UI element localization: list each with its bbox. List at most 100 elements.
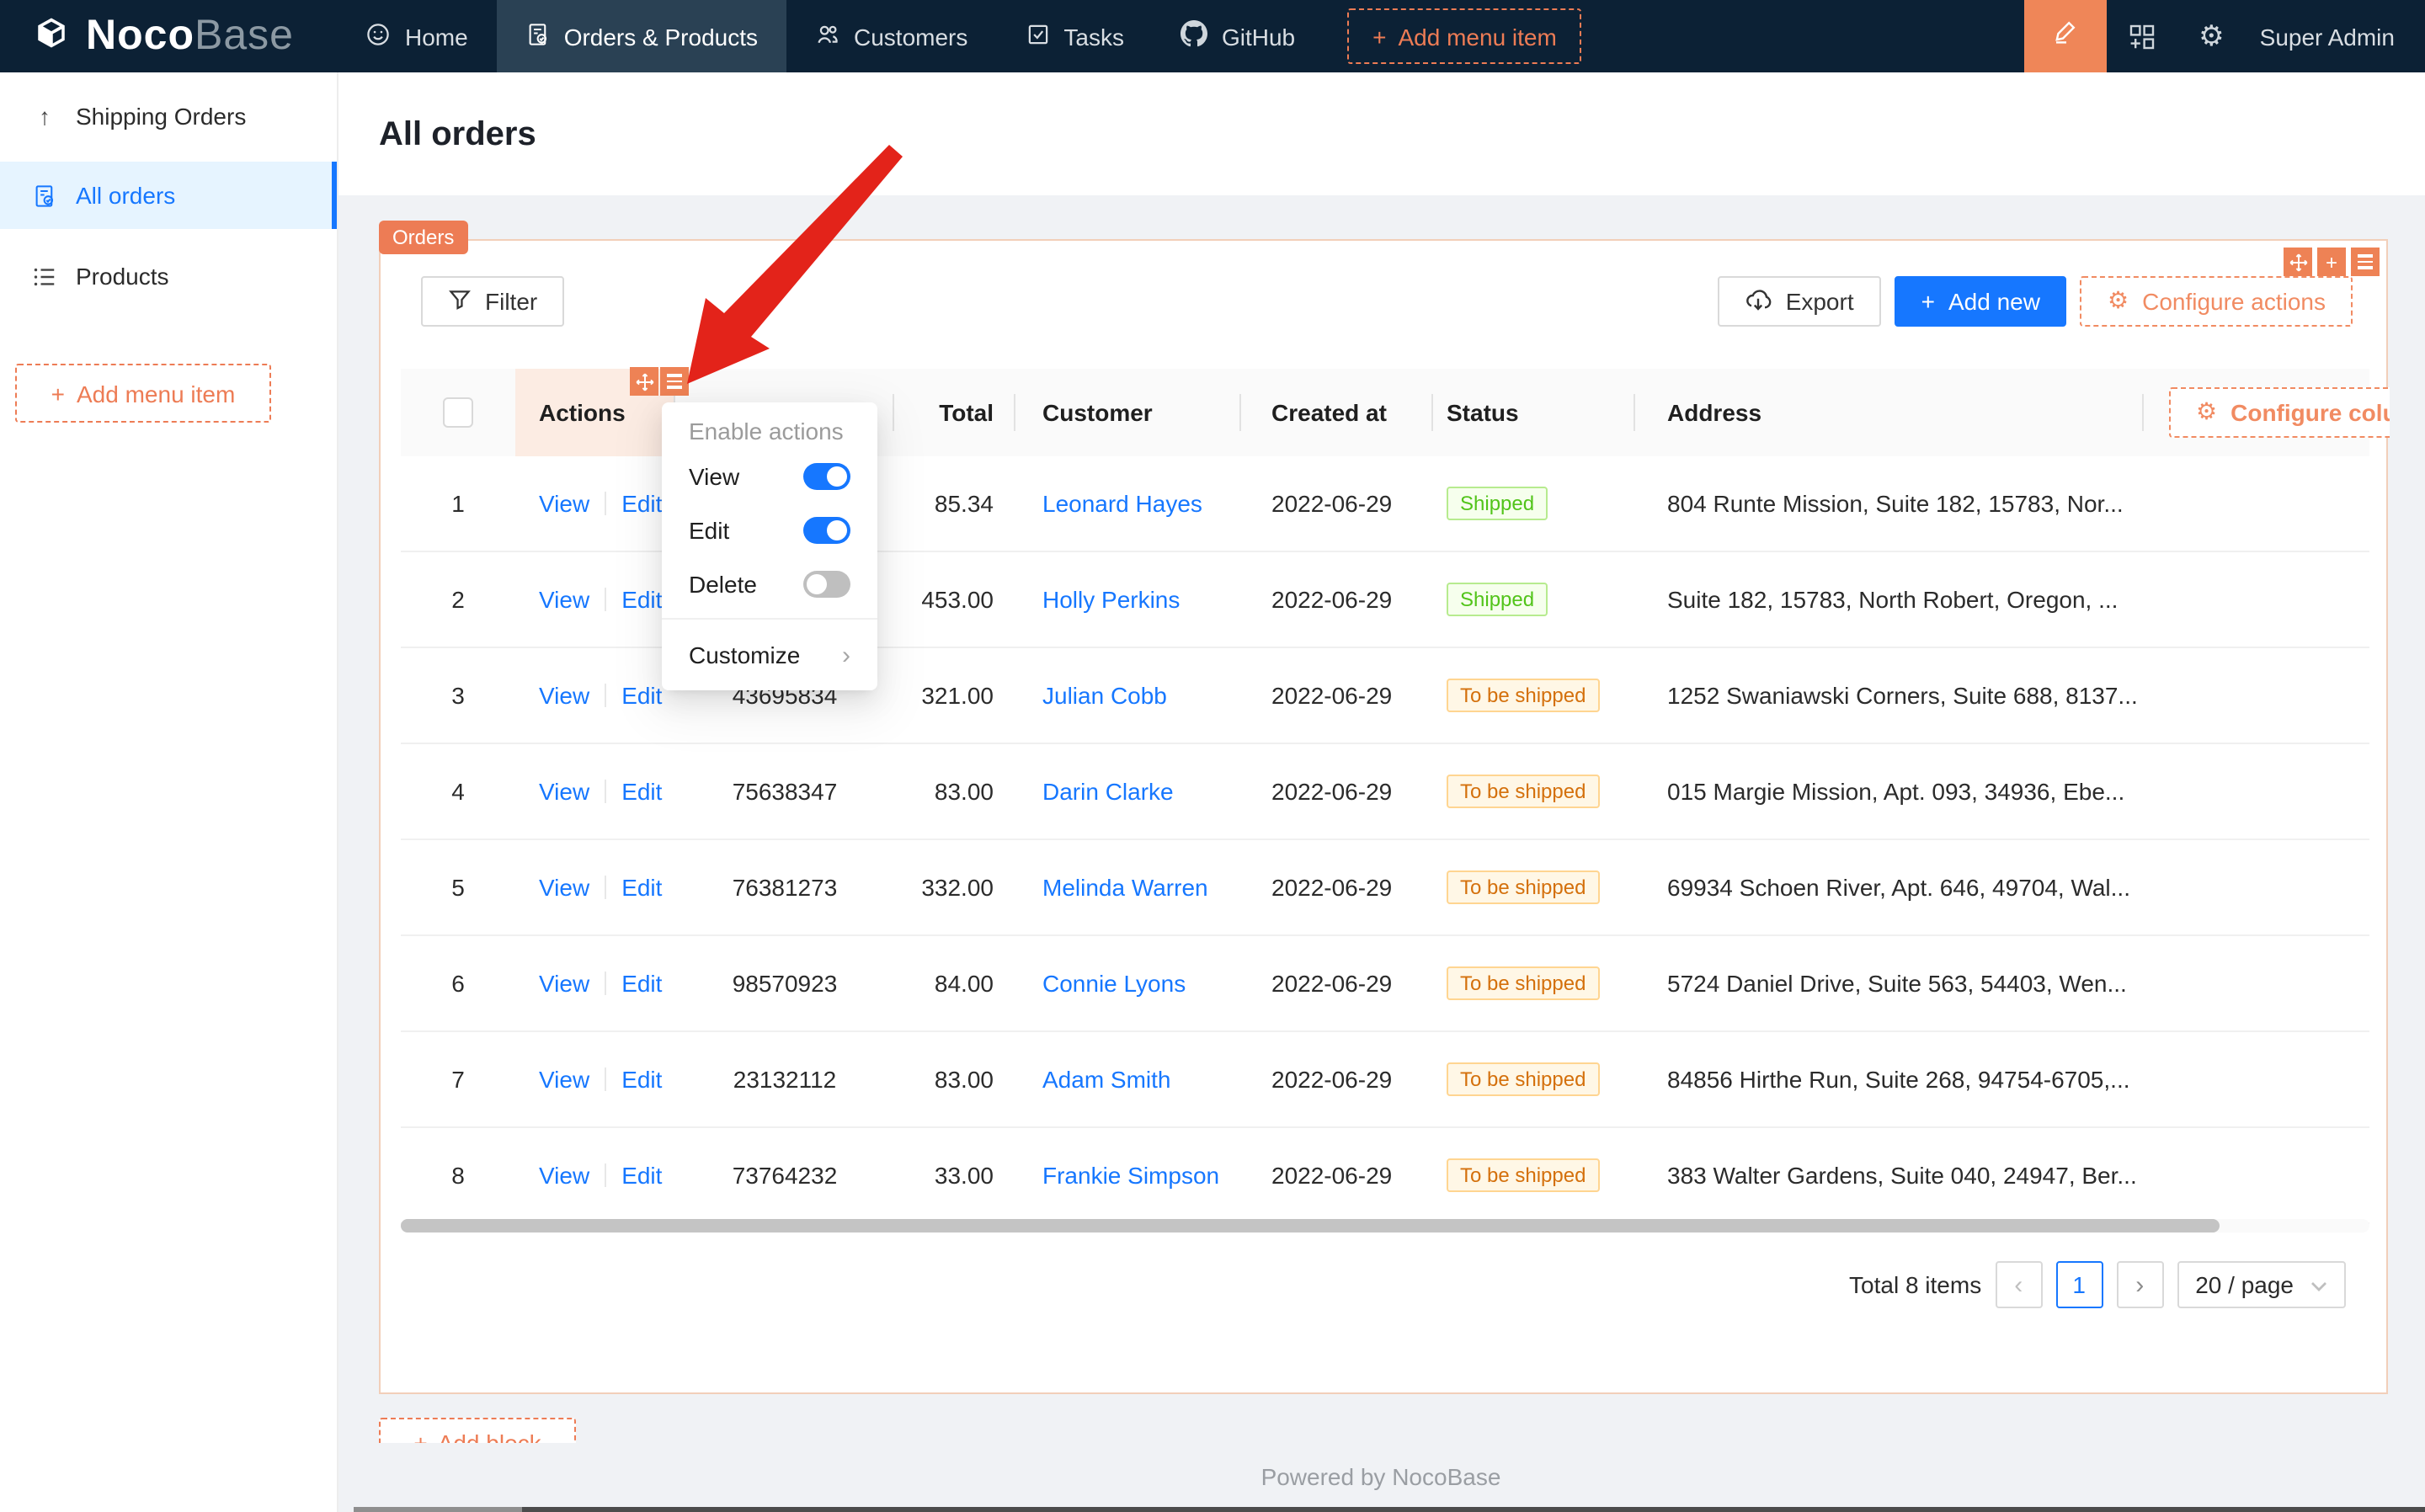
drag-handle-icon[interactable] bbox=[2284, 248, 2312, 276]
edit-link[interactable]: Edit bbox=[621, 778, 662, 805]
link-divider bbox=[605, 1067, 607, 1091]
plugin-manager-button[interactable] bbox=[2128, 23, 2155, 50]
header-address: Address bbox=[1635, 369, 2144, 456]
app-root: NocoBase Home Orders & Products Customer… bbox=[0, 0, 2425, 1512]
status-badge: Shipped bbox=[1447, 583, 1548, 616]
view-link[interactable]: View bbox=[539, 490, 589, 517]
next-page-button[interactable]: › bbox=[2116, 1261, 2164, 1308]
block-designer-toolbar: + bbox=[2284, 248, 2380, 276]
customer-link[interactable]: Julian Cobb bbox=[1042, 682, 1167, 709]
edit-toggle[interactable] bbox=[803, 517, 850, 544]
view-link[interactable]: View bbox=[539, 586, 589, 613]
navbar-right: ⚙ Super Admin bbox=[2023, 0, 2425, 72]
select-all-checkbox[interactable] bbox=[443, 397, 473, 428]
horizontal-scrollbar bbox=[401, 1219, 2369, 1232]
edit-link[interactable]: Edit bbox=[621, 682, 662, 709]
customer-link[interactable]: Darin Clarke bbox=[1042, 778, 1174, 805]
brand-text: NocoBase bbox=[86, 12, 294, 59]
link-divider bbox=[605, 492, 607, 515]
sidebar-item-products[interactable]: Products bbox=[0, 242, 337, 310]
customer-link[interactable]: Leonard Hayes bbox=[1042, 490, 1202, 517]
nocobase-logo[interactable]: NocoBase bbox=[0, 12, 294, 61]
edit-link[interactable]: Edit bbox=[621, 490, 662, 517]
edit-link[interactable]: Edit bbox=[621, 586, 662, 613]
sidebar: ↑ Shipping Orders All orders Products + … bbox=[0, 72, 338, 1512]
link-divider bbox=[605, 876, 607, 899]
header-status: Status bbox=[1433, 369, 1635, 456]
edit-link[interactable]: Edit bbox=[621, 1162, 662, 1189]
created-at: 2022-06-29 bbox=[1271, 1162, 1393, 1189]
navbar-add-menu-item-button[interactable]: + Add menu item bbox=[1347, 8, 1582, 64]
block-menu-icon[interactable] bbox=[2351, 248, 2380, 276]
view-link[interactable]: View bbox=[539, 970, 589, 997]
scrollbar-thumb[interactable] bbox=[401, 1219, 2220, 1232]
order-total: 83.00 bbox=[934, 778, 994, 805]
edit-link[interactable]: Edit bbox=[621, 970, 662, 997]
chevron-down-icon bbox=[2310, 1271, 2327, 1298]
nav-item-customers[interactable]: Customers bbox=[786, 0, 996, 72]
column-drag-handle-icon[interactable] bbox=[630, 367, 658, 396]
view-toggle[interactable] bbox=[803, 463, 850, 490]
view-link[interactable]: View bbox=[539, 1066, 589, 1093]
filter-button[interactable]: Filter bbox=[421, 276, 565, 327]
dropdown-item-customize[interactable]: Customize › bbox=[662, 626, 877, 684]
nav-item-github[interactable]: GitHub bbox=[1153, 0, 1324, 72]
customer-link[interactable]: Melinda Warren bbox=[1042, 874, 1208, 901]
header-actions: Actions bbox=[515, 367, 689, 456]
home-smile-icon bbox=[366, 21, 392, 51]
link-divider bbox=[605, 1163, 607, 1187]
configure-columns-button[interactable]: ⚙ Configure columns bbox=[2169, 387, 2390, 438]
nav-item-tasks[interactable]: Tasks bbox=[996, 0, 1153, 72]
row-index: 7 bbox=[451, 1066, 465, 1093]
pagination: Total 8 items ‹ 1 › 20 / page bbox=[1849, 1261, 2346, 1308]
view-link[interactable]: View bbox=[539, 778, 589, 805]
settings-button[interactable]: ⚙ bbox=[2198, 19, 2225, 53]
view-link[interactable]: View bbox=[539, 874, 589, 901]
created-at: 2022-06-29 bbox=[1271, 874, 1393, 901]
block-collection-tag: Orders bbox=[379, 221, 468, 254]
delete-toggle[interactable] bbox=[803, 571, 850, 598]
add-block-button[interactable]: + Add block bbox=[379, 1418, 576, 1443]
dropdown-item-edit[interactable]: Edit bbox=[662, 503, 877, 557]
link-divider bbox=[605, 684, 607, 707]
order-total: 321.00 bbox=[921, 682, 994, 709]
customer-link[interactable]: Adam Smith bbox=[1042, 1066, 1171, 1093]
address: 015 Margie Mission, Apt. 093, 34936, Ebe… bbox=[1667, 778, 2125, 805]
sidebar-item-shipping-orders[interactable]: ↑ Shipping Orders bbox=[0, 83, 337, 150]
view-link[interactable]: View bbox=[539, 682, 589, 709]
customer-link[interactable]: Connie Lyons bbox=[1042, 970, 1186, 997]
gear-icon: ⚙ bbox=[2198, 19, 2225, 53]
view-link[interactable]: View bbox=[539, 1162, 589, 1189]
created-at: 2022-06-29 bbox=[1271, 490, 1393, 517]
add-block-icon[interactable]: + bbox=[2317, 248, 2346, 276]
page-size-select[interactable]: 20 / page bbox=[2177, 1261, 2346, 1308]
export-button[interactable]: Export bbox=[1718, 276, 1881, 327]
sidebar-add-menu-item-button[interactable]: + Add menu item bbox=[15, 364, 271, 423]
table-row: 6 View Edit 98570923 84.00 Connie Lyons 2… bbox=[401, 936, 2369, 1032]
ui-editor-button[interactable] bbox=[2023, 0, 2107, 72]
dropdown-item-delete[interactable]: Delete bbox=[662, 557, 877, 611]
dropdown-item-view[interactable]: View bbox=[662, 450, 877, 503]
add-new-button[interactable]: + Add new bbox=[1894, 276, 2067, 327]
address: 1252 Swaniawski Corners, Suite 688, 8137… bbox=[1667, 682, 2138, 709]
plus-icon: + bbox=[413, 1429, 428, 1443]
prev-page-button[interactable]: ‹ bbox=[1995, 1261, 2043, 1308]
nav-item-orders-products[interactable]: Orders & Products bbox=[496, 0, 786, 72]
link-divider bbox=[605, 588, 607, 611]
edit-link[interactable]: Edit bbox=[621, 1066, 662, 1093]
page-number-button[interactable]: 1 bbox=[2055, 1261, 2103, 1308]
sidebar-item-all-orders[interactable]: All orders bbox=[0, 162, 337, 229]
nav-item-home[interactable]: Home bbox=[338, 0, 497, 72]
select-all-cell bbox=[401, 369, 515, 456]
user-menu[interactable]: Super Admin bbox=[2260, 23, 2395, 50]
edit-link[interactable]: Edit bbox=[621, 874, 662, 901]
customer-link[interactable]: Frankie Simpson bbox=[1042, 1162, 1219, 1189]
configure-actions-button[interactable]: ⚙ Configure actions bbox=[2080, 276, 2353, 327]
header-customer: Customer bbox=[1015, 369, 1241, 456]
row-index: 5 bbox=[451, 874, 465, 901]
status-badge: To be shipped bbox=[1447, 775, 1600, 808]
column-menu-icon[interactable] bbox=[660, 367, 689, 396]
customer-link[interactable]: Holly Perkins bbox=[1042, 586, 1180, 613]
status-badge: To be shipped bbox=[1447, 966, 1600, 1000]
created-at: 2022-06-29 bbox=[1271, 586, 1393, 613]
